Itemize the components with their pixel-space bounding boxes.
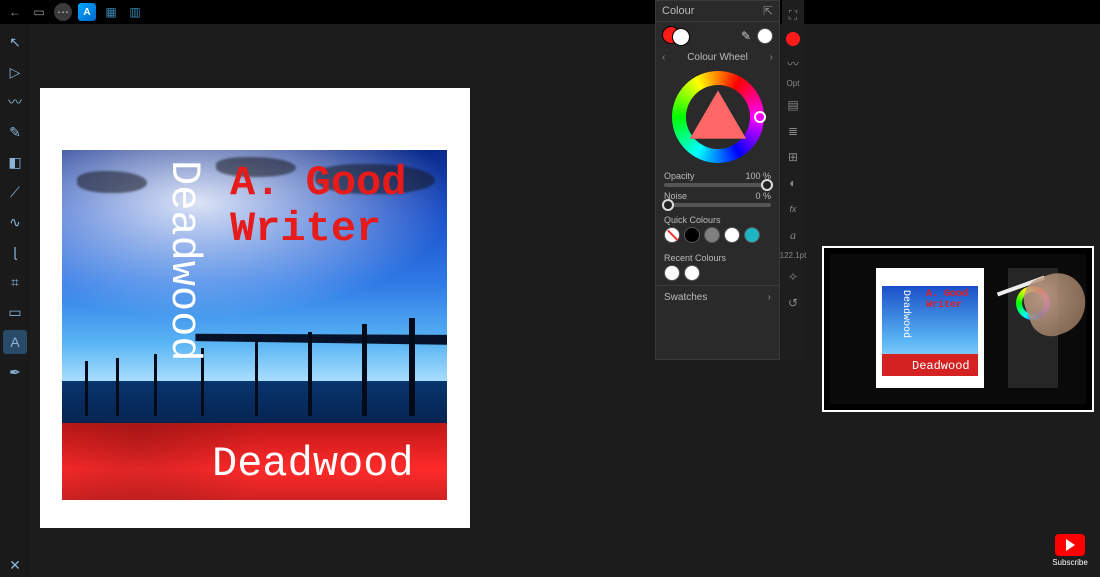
- pip-title-vertical: Deadwood: [900, 290, 911, 338]
- colour-mode-label[interactable]: Colour Wheel: [687, 52, 748, 63]
- opacity-thumb[interactable]: [761, 179, 773, 191]
- crop-tool[interactable]: ⌗: [3, 270, 27, 294]
- pip-author: A. GoodWriter: [926, 290, 968, 311]
- colour-panel-title: Colour: [662, 5, 694, 17]
- swatches-label: Swatches: [664, 292, 707, 303]
- more-menu[interactable]: ⋯: [54, 3, 72, 21]
- author-text[interactable]: A. Good Writer: [230, 160, 406, 252]
- pen-tool[interactable]: ✒: [3, 360, 27, 384]
- colour-panel: Colour ⇱ ✎ ‹ Colour Wheel › Opacity 100 …: [655, 0, 780, 360]
- vector-brush-tool[interactable]: ɭ: [3, 240, 27, 264]
- font-size-readout: 122.1pt: [780, 252, 807, 260]
- swatch-none[interactable]: [664, 227, 680, 243]
- fx-icon[interactable]: fx: [784, 200, 802, 218]
- author-line1: A. Good: [230, 159, 406, 207]
- recent-swatch-2[interactable]: [684, 265, 700, 281]
- opacity-slider[interactable]: [664, 183, 771, 187]
- smudge-tool[interactable]: ∿: [3, 210, 27, 234]
- app-logo: A: [78, 3, 96, 21]
- swatch-teal[interactable]: [744, 227, 760, 243]
- quick-colours-label: Quick Colours: [656, 209, 779, 227]
- recent-colours-row: [656, 265, 779, 285]
- panel-popout-icon[interactable]: ⇱: [763, 4, 773, 18]
- opt-label: Opt: [787, 80, 800, 88]
- cover-artwork[interactable]: Deadwood A. Good Writer Deadwood: [62, 150, 447, 500]
- secondary-colour-swatch[interactable]: [757, 28, 773, 44]
- move-tool[interactable]: ↖: [3, 30, 27, 54]
- close-tools-button[interactable]: ✕: [3, 553, 27, 577]
- noise-thumb[interactable]: [662, 199, 674, 211]
- text-style-icon[interactable]: a: [784, 226, 802, 244]
- fill-tool[interactable]: ◧: [3, 150, 27, 174]
- title-horizontal-text[interactable]: Deadwood: [212, 440, 414, 488]
- pip-title: Deadwood: [912, 359, 970, 373]
- recent-swatch-1[interactable]: [664, 265, 680, 281]
- swatch-white[interactable]: [724, 227, 740, 243]
- title-vertical-text[interactable]: Deadwood: [160, 160, 208, 362]
- swatch-grey[interactable]: [704, 227, 720, 243]
- studio-dock: ⛶ 〰 Opt ▤ ≣ ⊞ ◐ fx a 122.1pt ✧ ↺: [782, 0, 804, 360]
- artistic-text-tool[interactable]: A: [3, 330, 27, 354]
- persona-switcher[interactable]: ▥: [126, 3, 144, 21]
- eyedropper-tool[interactable]: ⟋: [3, 180, 27, 204]
- camera-pip: Deadwood A. GoodWriter Deadwood: [822, 246, 1094, 412]
- mode-next-icon[interactable]: ›: [770, 52, 773, 63]
- noise-value: 0 %: [755, 191, 771, 201]
- node-tool[interactable]: ▷: [3, 60, 27, 84]
- fill-stroke-swatch[interactable]: [662, 26, 690, 46]
- paint-brush-tool[interactable]: 〰: [3, 90, 27, 114]
- snapping-toggle[interactable]: ▦: [102, 3, 120, 21]
- top-toolbar: ← ▭ ⋯ A ▦ ▥: [0, 0, 150, 24]
- document-page[interactable]: Deadwood A. Good Writer Deadwood: [40, 88, 470, 528]
- shape-tool[interactable]: ▭: [3, 300, 27, 324]
- stack-icon[interactable]: ≣: [784, 122, 802, 140]
- noise-slider[interactable]: [664, 203, 771, 207]
- recent-colours-label: Recent Colours: [656, 247, 779, 265]
- pip-document: Deadwood A. GoodWriter Deadwood: [876, 268, 984, 388]
- chevron-right-icon: ›: [768, 292, 771, 303]
- document-menu[interactable]: ▭: [30, 3, 48, 21]
- mode-prev-icon[interactable]: ‹: [662, 52, 665, 63]
- author-line2: Writer: [230, 205, 381, 253]
- colour-wheel[interactable]: [672, 71, 764, 163]
- active-colour-dot[interactable]: [786, 32, 800, 46]
- youtube-play-icon: [1055, 534, 1085, 556]
- cloud: [77, 171, 147, 193]
- quick-colours-row: [656, 227, 779, 247]
- back-button[interactable]: ←: [6, 3, 24, 21]
- grid-panel-icon[interactable]: ⊞: [784, 148, 802, 166]
- adjustments-icon[interactable]: ◐: [784, 174, 802, 192]
- history-icon[interactable]: ↺: [784, 294, 802, 312]
- expand-icon[interactable]: ⛶: [784, 6, 802, 24]
- stroke-colour-swatch[interactable]: [672, 28, 690, 46]
- swatch-black[interactable]: [684, 227, 700, 243]
- subscribe-badge[interactable]: Subscribe: [1050, 534, 1090, 567]
- pencil-tool[interactable]: ✎: [3, 120, 27, 144]
- subscribe-label: Subscribe: [1050, 558, 1090, 567]
- transform-icon[interactable]: ✧: [784, 268, 802, 286]
- eyedropper-icon[interactable]: ✎: [741, 29, 751, 43]
- opacity-label: Opacity: [664, 171, 695, 181]
- swatches-expander[interactable]: Swatches ›: [656, 285, 779, 309]
- tool-sidebar: ↖ ▷ 〰 ✎ ◧ ⟋ ∿ ɭ ⌗ ▭ A ✒ ✕: [0, 24, 30, 577]
- brush-panel-icon[interactable]: 〰: [784, 54, 802, 72]
- layers-icon[interactable]: ▤: [784, 96, 802, 114]
- hue-marker[interactable]: [754, 111, 766, 123]
